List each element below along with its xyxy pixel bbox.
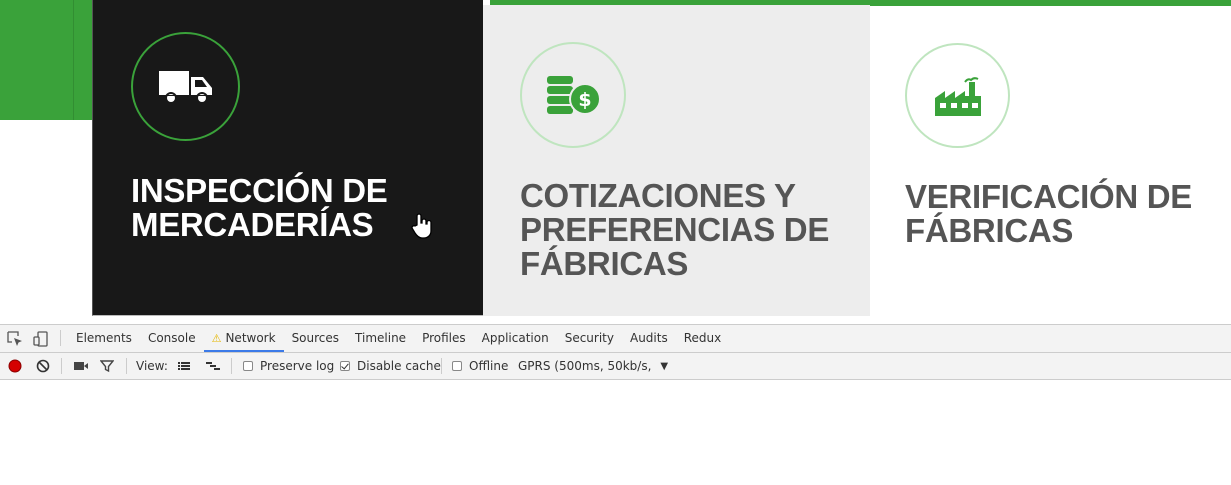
disable-cache-checkbox[interactable]: Disable cache (340, 353, 441, 379)
overview-button[interactable] (205, 353, 221, 379)
checkbox[interactable] (243, 361, 253, 371)
preserve-log-checkbox[interactable]: Preserve log (243, 353, 334, 379)
network-toolbar: View: Preserve log Disable cache Offline… (0, 353, 1231, 380)
devtools-tabbar: Elements Console ⚠ Network Sources Timeli… (0, 325, 1231, 353)
offline-checkbox[interactable]: Offline (452, 353, 508, 379)
filter-button[interactable] (100, 353, 114, 379)
coins-dollar-icon: $ (547, 76, 601, 115)
checkbox[interactable] (452, 361, 462, 371)
separator (231, 358, 232, 374)
card-title[interactable]: COTIZACIONES Y PREFERENCIAS DE FÁBRICAS (520, 179, 829, 281)
tab-timeline[interactable]: Timeline (347, 325, 414, 352)
card-title[interactable]: INSPECCIÓN DE MERCADERÍAS (131, 174, 388, 242)
green-side-panel (0, 0, 92, 120)
video-camera-icon (74, 362, 88, 370)
truck-icon (156, 70, 213, 104)
tab-application[interactable]: Application (474, 325, 557, 352)
website-viewport: INSPECCIÓN DE MERCADERÍAS $ COTIZACIONES… (0, 0, 1231, 318)
waterfall-icon (206, 362, 220, 370)
view-label: View: (136, 359, 168, 373)
chevron-down-icon: ▼ (660, 360, 669, 372)
clear-button[interactable] (36, 353, 50, 379)
svg-text:$: $ (578, 89, 591, 111)
factory-icon (934, 76, 981, 116)
clear-icon (36, 359, 50, 373)
tab-profiles[interactable]: Profiles (414, 325, 474, 352)
device-mode-icon[interactable] (32, 330, 50, 348)
checkbox-checked[interactable] (340, 361, 350, 371)
filter-icon (100, 360, 114, 373)
separator (60, 330, 61, 346)
offline-label: Offline (469, 359, 509, 373)
icon-circle (131, 32, 240, 141)
throttle-value: GPRS (500ms, 50kb/s, (518, 359, 652, 373)
devtools-panel: Elements Console ⚠ Network Sources Timeli… (0, 324, 1231, 485)
tab-console[interactable]: Console (140, 325, 204, 352)
icon-circle: $ (520, 42, 626, 148)
separator (441, 358, 442, 374)
devtools-tabs: Elements Console ⚠ Network Sources Timeli… (68, 325, 729, 352)
tab-sources[interactable]: Sources (284, 325, 347, 352)
large-request-rows-button[interactable] (177, 353, 191, 379)
record-icon (8, 359, 22, 373)
preserve-log-label: Preserve log (260, 359, 335, 373)
service-card-quotes[interactable]: $ COTIZACIONES Y PREFERENCIAS DE FÁBRICA… (483, 5, 870, 316)
separator (61, 358, 62, 374)
warning-icon: ⚠ (211, 332, 222, 345)
disable-cache-label: Disable cache (357, 359, 441, 373)
icon-circle (905, 43, 1010, 148)
tab-network-label: Network (225, 331, 276, 345)
record-button[interactable] (8, 353, 22, 379)
network-log-area (0, 380, 1231, 485)
tab-elements[interactable]: Elements (68, 325, 140, 352)
inspect-element-icon[interactable] (6, 330, 24, 348)
tab-security[interactable]: Security (557, 325, 622, 352)
divider (73, 0, 74, 120)
tab-audits[interactable]: Audits (622, 325, 676, 352)
tab-redux[interactable]: Redux (676, 325, 730, 352)
list-view-icon (178, 362, 190, 370)
network-throttle-select[interactable]: GPRS (500ms, 50kb/s, ▼ (518, 353, 668, 379)
separator (126, 358, 127, 374)
service-card-factory[interactable]: VERIFICACIÓN DE FÁBRICAS (870, 6, 1231, 316)
card-title[interactable]: VERIFICACIÓN DE FÁBRICAS (905, 180, 1192, 248)
tab-network[interactable]: ⚠ Network (203, 325, 284, 352)
capture-screenshots-button[interactable] (73, 353, 89, 379)
hand-cursor-icon (411, 213, 432, 239)
service-card-inspection[interactable]: INSPECCIÓN DE MERCADERÍAS (92, 0, 483, 316)
